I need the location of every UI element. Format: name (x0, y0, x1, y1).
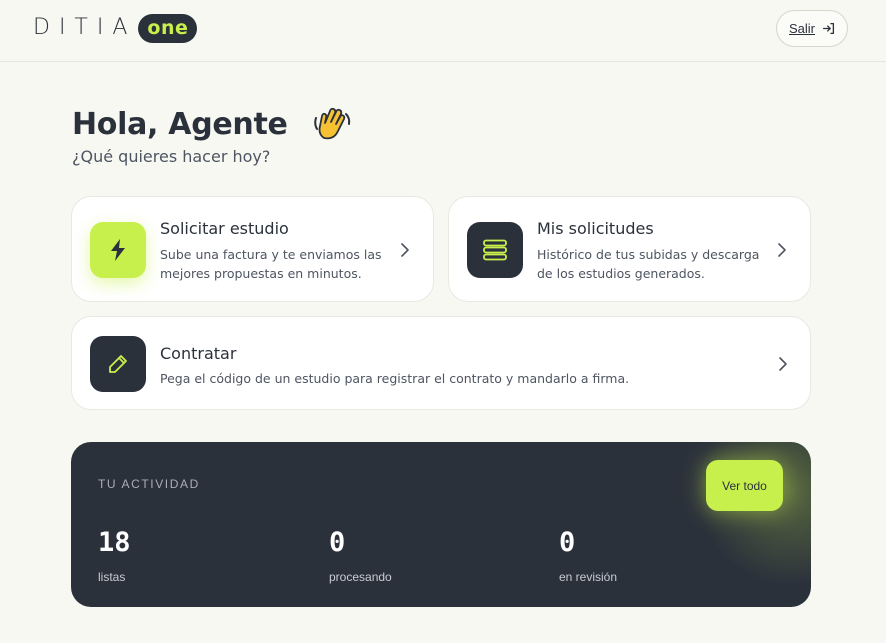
logout-button[interactable]: Salir (776, 10, 848, 47)
my-requests-tile (467, 222, 523, 278)
chevron-right-icon (401, 243, 409, 257)
greeting-subtitle: ¿Qué quieres hacer hoy? (72, 147, 271, 166)
stat-processing-label: procesando (329, 570, 392, 584)
ditia-one-logo[interactable]: DITIA one (33, 13, 198, 43)
pencil-icon (109, 355, 127, 373)
logout-label: Salir (788, 21, 815, 36)
greeting-title: Hola, Agente (72, 106, 288, 142)
my-requests-title: Mis solicitudes (537, 219, 654, 238)
my-requests-card[interactable]: Mis solicitudes Histórico de tus subidas… (448, 196, 811, 302)
request-study-title: Solicitar estudio (160, 219, 289, 238)
chevron-right-icon (779, 357, 787, 371)
stat-in-review-label: en revisión (559, 570, 618, 584)
activity-title: TU ACTIVIDAD (98, 477, 200, 491)
greeting: Hola, Agente (72, 104, 352, 144)
logo-wordmark: DITIA (33, 15, 137, 40)
request-study-description: Sube una factura y te enviamos las mejor… (160, 247, 382, 281)
top-bar: DITIA one Salir (0, 0, 886, 62)
contract-description: Pega el código de un estudio para regist… (160, 371, 630, 386)
contract-card[interactable]: Contratar Pega el código de un estudio p… (71, 316, 811, 410)
stat-processing-value: 0 (329, 527, 346, 558)
my-requests-description: Histórico de tus subidas y descarga de l… (537, 247, 760, 281)
stat-ready-label: listas (98, 570, 126, 584)
stack-icon (483, 239, 507, 261)
contract-tile (90, 336, 146, 392)
stat-ready[interactable]: 18 listas (98, 527, 131, 585)
request-study-card[interactable]: Solicitar estudio Sube una factura y te … (71, 196, 434, 302)
chevron-right-icon (778, 243, 786, 257)
stat-in-review[interactable]: 0 en revisión (559, 527, 618, 585)
view-all-button[interactable]: Ver todo (706, 460, 783, 511)
stat-in-review-value: 0 (559, 527, 576, 558)
activity-panel: TU ACTIVIDAD Ver todo 18 listas 0 proces… (71, 442, 811, 607)
sign-out-icon (822, 22, 835, 35)
stat-ready-value: 18 (98, 527, 131, 558)
logo-pill: one (138, 13, 198, 43)
request-study-tile (90, 222, 146, 278)
contract-title: Contratar (160, 344, 237, 363)
waving-hand-icon (313, 107, 350, 140)
lightning-icon (111, 239, 125, 261)
stat-processing[interactable]: 0 procesando (329, 527, 392, 585)
